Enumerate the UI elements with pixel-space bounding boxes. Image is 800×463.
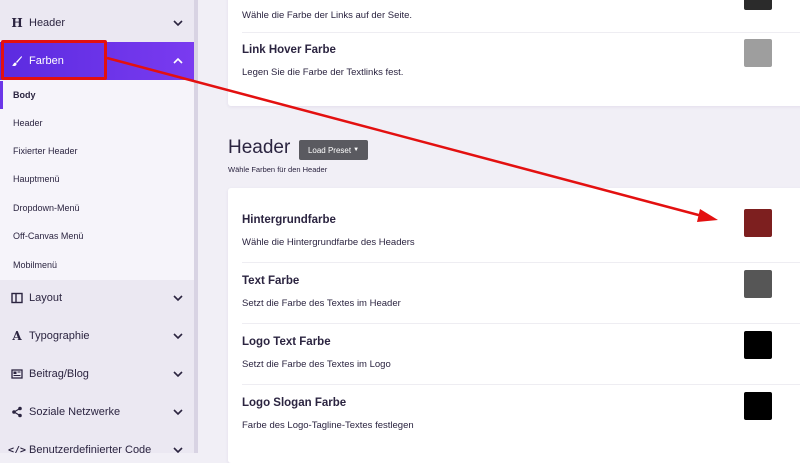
text-color-row: Text Farbe Setzt die Farbe des Textes im…	[242, 263, 800, 323]
sidebar-item-soziale-netzwerke[interactable]: Soziale Netzwerke	[0, 393, 194, 431]
load-preset-button[interactable]: Load Preset ▼	[299, 140, 368, 160]
subitem-fixierter-header[interactable]: Fixierter Header	[0, 137, 194, 165]
subitem-dropdown-menue[interactable]: Dropdown-Menü	[0, 194, 194, 222]
sidebar-item-header[interactable]: H Header	[0, 4, 194, 42]
heading-icon: H	[11, 16, 23, 30]
sidebar-item-typographie[interactable]: A Typographie	[0, 317, 194, 355]
background-color-row: Hintergrundfarbe Wähle die Hintergrundfa…	[242, 202, 800, 262]
chevron-down-icon	[173, 333, 183, 340]
caret-down-icon: ▼	[353, 147, 360, 153]
links-colors-card: Wähle die Farbe der Links auf der Seite.…	[228, 0, 800, 106]
chevron-down-icon	[173, 295, 183, 302]
layout-icon	[10, 291, 24, 305]
subitem-body[interactable]: Body	[0, 81, 194, 109]
logo-slogan-color-swatch[interactable]	[744, 392, 772, 420]
logo-slogan-color-row: Logo Slogan Farbe Farbe des Logo-Tagline…	[242, 385, 800, 445]
row-title: Logo Slogan Farbe	[242, 397, 347, 409]
subitem-mobilmenue[interactable]: Mobilmenü	[0, 251, 194, 279]
logo-text-color-swatch[interactable]	[744, 331, 772, 359]
row-description: Setzt die Farbe des Textes im Header	[242, 298, 401, 309]
link-hover-color-row: Link Hover Farbe Legen Sie die Farbe der…	[242, 32, 800, 92]
row-description: Wähle die Hintergrundfarbe des Headers	[242, 237, 415, 248]
sidebar-item-label: Typographie	[29, 330, 90, 342]
newspaper-icon	[10, 367, 24, 381]
section-title: Header	[228, 137, 291, 158]
text-color-swatch[interactable]	[744, 270, 772, 298]
background-color-swatch[interactable]	[744, 209, 772, 237]
header-colors-card: Hintergrundfarbe Wähle die Hintergrundfa…	[228, 188, 800, 463]
row-title: Link Hover Farbe	[242, 44, 336, 56]
sidebar-item-label: Beitrag/Blog	[29, 368, 89, 380]
sidebar-item-label: Layout	[29, 292, 63, 304]
row-description: Wähle die Farbe der Links auf der Seite.	[242, 10, 413, 21]
subitem-hauptmenue[interactable]: Hauptmenü	[0, 165, 194, 193]
link-color-swatch[interactable]	[744, 0, 772, 10]
sidebar-item-label: Benutzerdefinierter Code	[29, 444, 152, 453]
sidebar-item-layout[interactable]: Layout	[0, 279, 194, 317]
sidebar-item-label: Header	[29, 17, 66, 29]
row-description: Farbe des Logo-Tagline-Textes festlegen	[242, 420, 414, 431]
sidebar-item-beitrag-blog[interactable]: Beitrag/Blog	[0, 355, 194, 393]
link-hover-color-swatch[interactable]	[744, 39, 772, 67]
sidebar-item-benutzerdefinierter-code[interactable]: </> Benutzerdefinierter Code	[0, 431, 194, 453]
row-description: Legen Sie die Farbe der Textlinks fest.	[242, 67, 404, 78]
annotation-highlight-box	[1, 40, 107, 80]
section-subtitle: Wähle Farben für den Header	[228, 165, 328, 174]
row-title: Logo Text Farbe	[242, 336, 331, 348]
subitem-off-canvas-menue[interactable]: Off-Canvas Menü	[0, 222, 194, 250]
chevron-down-icon	[173, 409, 183, 416]
subitem-header[interactable]: Header	[0, 109, 194, 137]
share-icon	[10, 405, 24, 419]
code-icon: </>	[7, 444, 27, 454]
row-title: Text Farbe	[242, 275, 300, 287]
button-label: Load Preset	[307, 145, 352, 155]
sidebar-item-label: Soziale Netzwerke	[29, 406, 121, 418]
chevron-up-icon	[173, 57, 183, 64]
logo-text-color-row: Logo Text Farbe Setzt die Farbe des Text…	[242, 324, 800, 384]
chevron-down-icon	[173, 20, 183, 27]
row-description: Setzt die Farbe des Textes im Logo	[242, 359, 391, 370]
chevron-down-icon	[173, 371, 183, 378]
chevron-down-icon	[173, 447, 183, 453]
row-title: Hintergrundfarbe	[242, 214, 336, 226]
font-icon: A	[12, 329, 22, 343]
